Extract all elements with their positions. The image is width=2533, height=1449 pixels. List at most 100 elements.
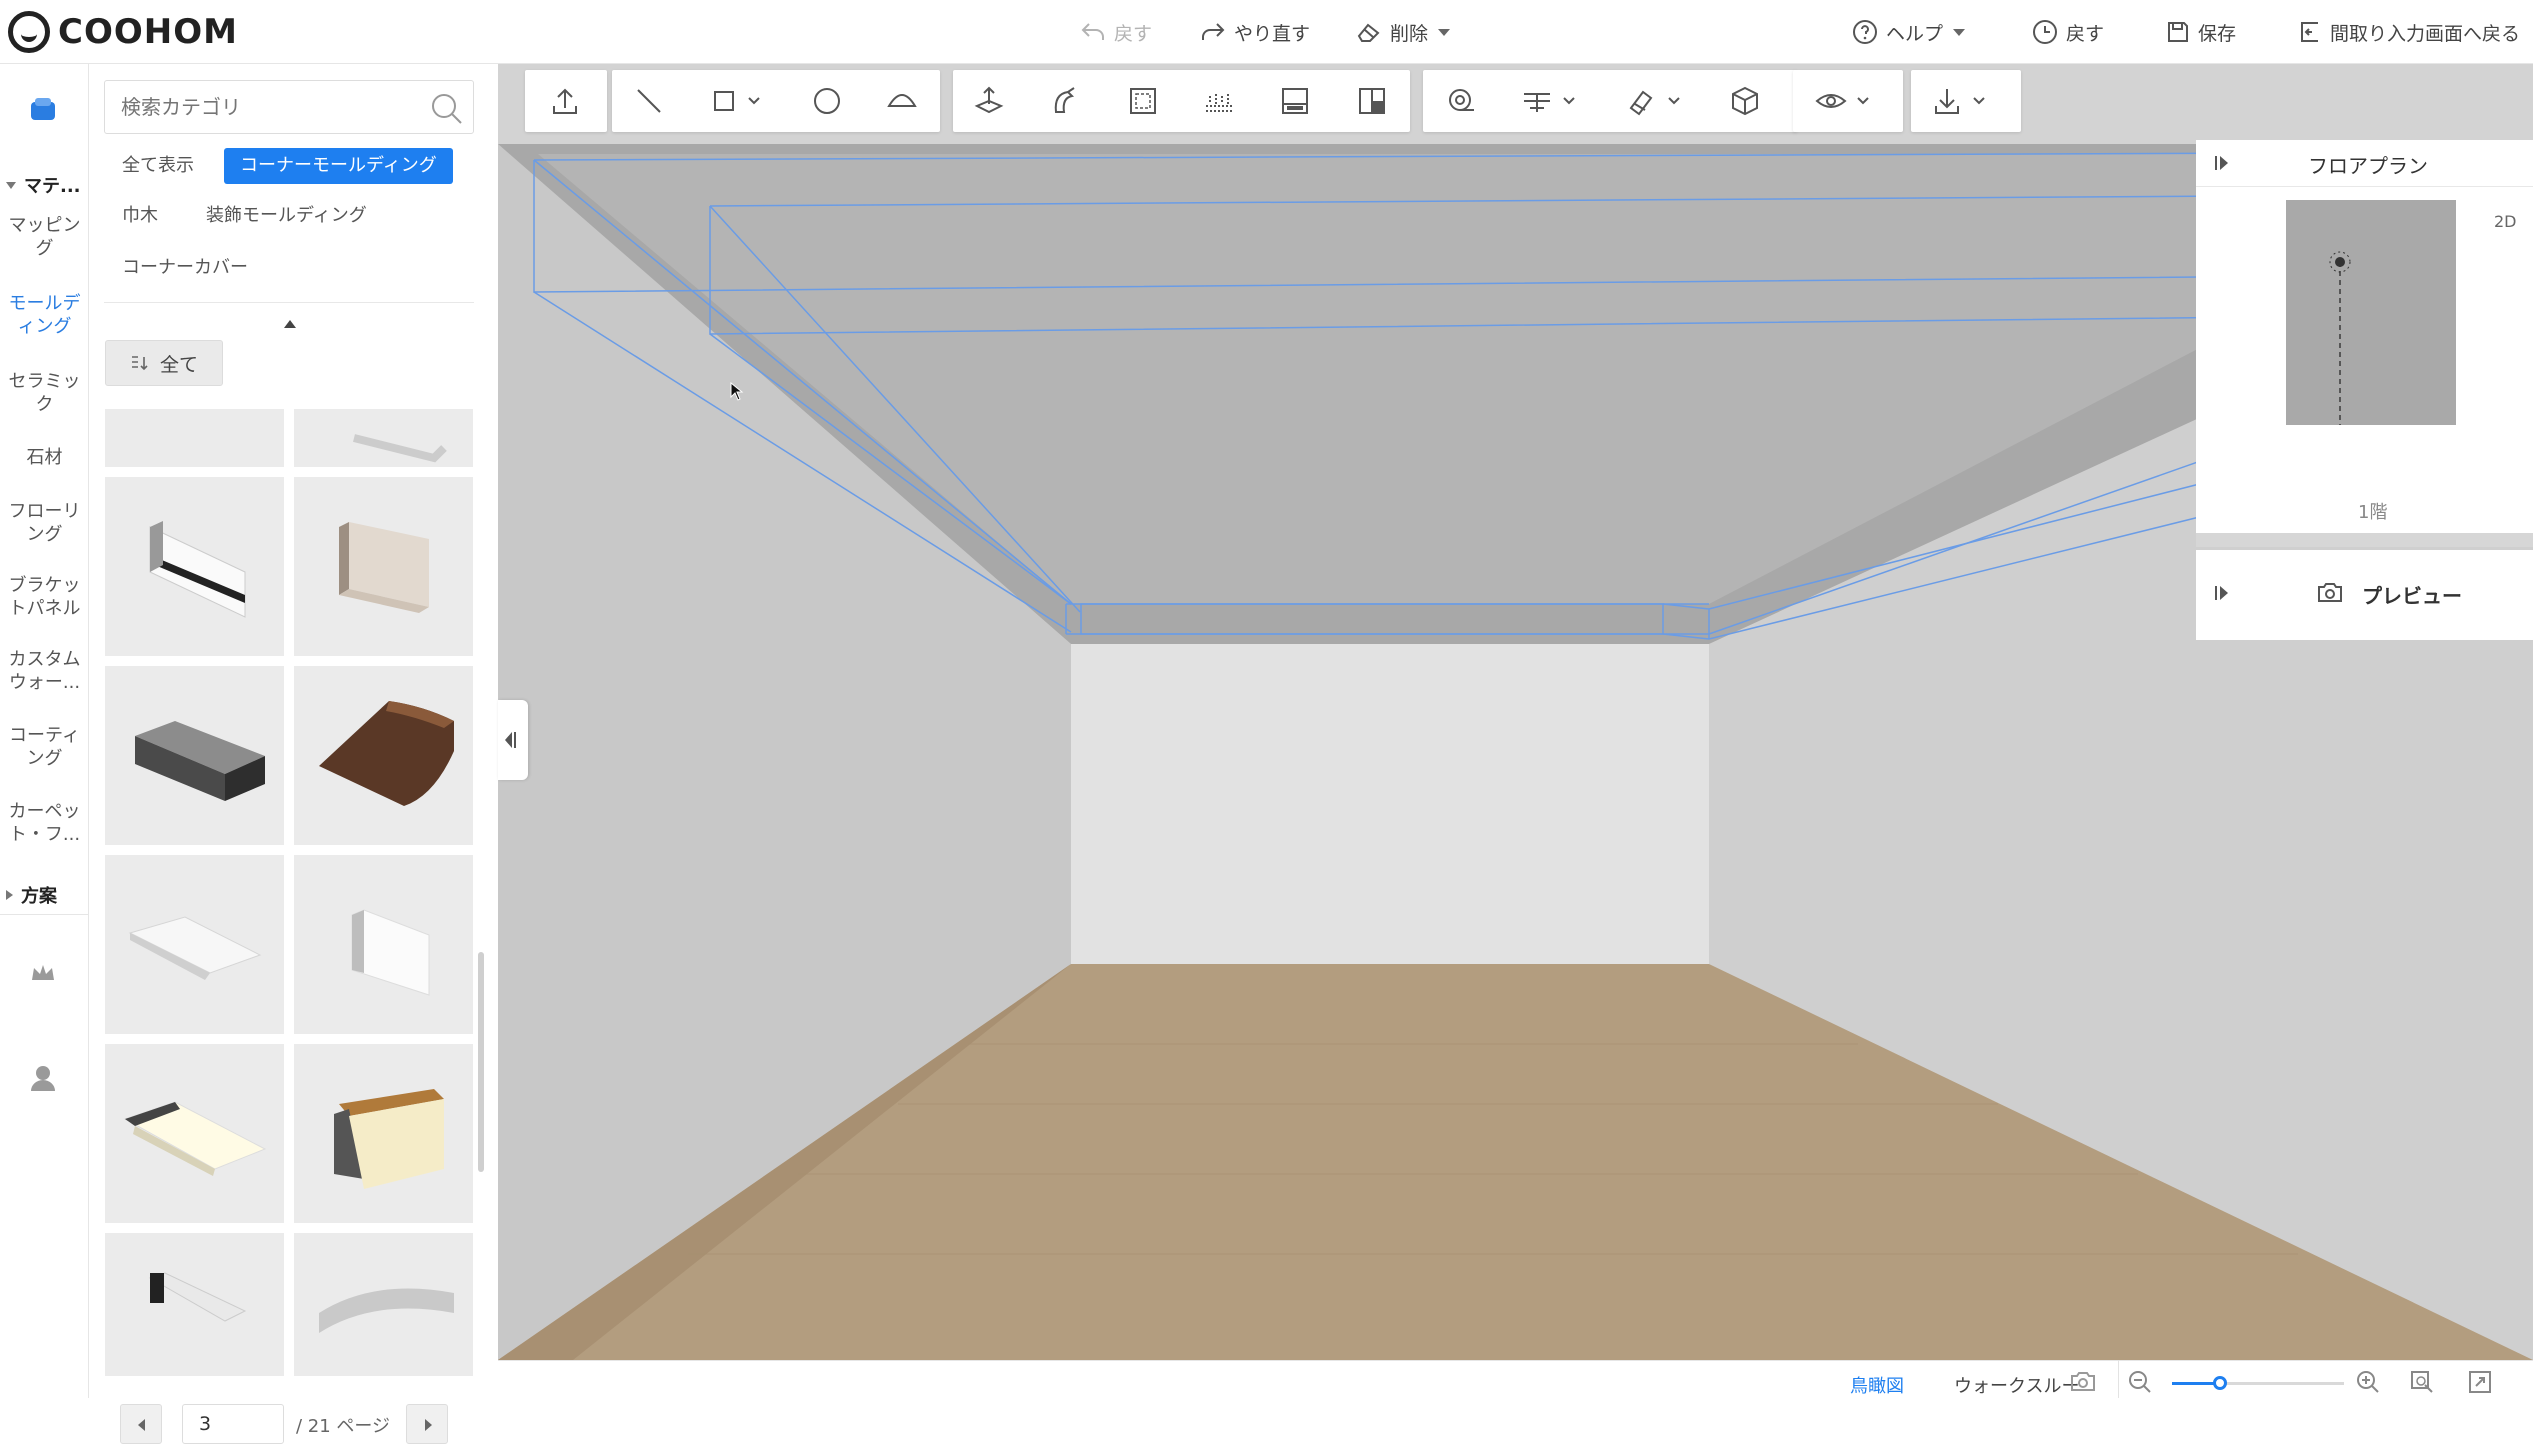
view-mode-toggle[interactable]: 2D xyxy=(2494,212,2517,231)
product-tile[interactable] xyxy=(294,666,473,845)
camera-snapshot-icon[interactable] xyxy=(2070,1370,2096,1396)
product-tile[interactable] xyxy=(105,855,284,1034)
zoom-in-icon[interactable] xyxy=(2356,1370,2380,1398)
product-thumbnail xyxy=(339,522,429,613)
rail-item-label: フローリング xyxy=(8,501,81,545)
line-tool-icon[interactable] xyxy=(632,84,666,118)
product-thumbnail xyxy=(123,1101,267,1176)
search-input[interactable] xyxy=(104,80,474,134)
product-tile[interactable] xyxy=(105,409,284,467)
materials-rail-icon[interactable] xyxy=(27,94,59,126)
bird-view-tab[interactable]: 鳥瞰図 xyxy=(1850,1372,1904,1398)
arc-tool-icon[interactable] xyxy=(885,84,919,118)
rail-item-ceramic[interactable]: セラミック xyxy=(0,370,89,416)
rail-group-plans-label: 方案 xyxy=(21,886,57,907)
fullscreen-icon[interactable] xyxy=(2468,1370,2492,1398)
collapse-left-icon xyxy=(505,732,516,748)
measure-tape-icon[interactable] xyxy=(1444,84,1478,118)
sort-label: 全て xyxy=(159,353,198,376)
zoom-slider-thumb[interactable] xyxy=(2213,1376,2227,1390)
logo-icon xyxy=(8,11,50,53)
chip-show-all[interactable]: 全て表示 xyxy=(116,148,200,184)
prev-page-button[interactable] xyxy=(120,1404,162,1444)
save-button[interactable]: 保存 xyxy=(2166,16,2236,48)
collapse-up-icon[interactable] xyxy=(284,313,296,332)
coohom-logo[interactable]: COOHOM xyxy=(8,10,238,54)
left-rail: マテ... マッピング モールディング セラミック 石材 フローリング ブラケッ… xyxy=(0,64,89,1398)
paint-brush-icon[interactable] xyxy=(1625,84,1680,118)
product-tile[interactable] xyxy=(105,1233,284,1376)
sort-filter-button[interactable]: 全て xyxy=(105,340,223,386)
help-icon xyxy=(1853,20,1877,44)
catalog-panel: 全て表示 コーナーモールディング 巾木 装飾モールディング コーナーカバー 全て xyxy=(90,64,498,1444)
panel-gap xyxy=(2196,533,2533,547)
redo-button[interactable]: やり直す xyxy=(1200,16,1310,48)
undo-icon xyxy=(1081,23,1104,40)
select-area-icon[interactable] xyxy=(1126,84,1160,118)
product-tile[interactable] xyxy=(294,477,473,656)
chip-corner-molding[interactable]: コーナーモールディング xyxy=(224,148,453,184)
expand-panel-icon[interactable] xyxy=(2214,154,2232,176)
rail-item-bracket-panel[interactable]: ブラケットパネル xyxy=(0,574,89,620)
page-number-input[interactable] xyxy=(182,1404,284,1444)
download-icon[interactable] xyxy=(1930,84,1985,118)
next-page-button[interactable] xyxy=(406,1404,448,1444)
rail-group-materials-label: マテ... xyxy=(24,176,81,197)
walkthrough-tab[interactable]: ウォークスルー xyxy=(1954,1372,2079,1398)
floor-label[interactable]: 1階 xyxy=(2358,498,2387,524)
zoom-slider-track[interactable] xyxy=(2172,1376,2344,1390)
rail-group-plans[interactable]: 方案 xyxy=(6,882,57,908)
eraser-icon xyxy=(1357,23,1380,42)
circle-tool-icon[interactable] xyxy=(810,84,844,118)
split-panel-icon[interactable] xyxy=(1355,84,1389,118)
zoom-out-icon[interactable] xyxy=(2128,1370,2152,1398)
product-thumbnail xyxy=(135,721,265,801)
rail-item-label: モールディング xyxy=(8,293,81,337)
help-button[interactable]: ヘルプ xyxy=(1852,16,1966,48)
product-tile[interactable] xyxy=(294,1044,473,1223)
user-icon[interactable] xyxy=(30,1064,56,1096)
upload-icon[interactable] xyxy=(548,84,582,118)
undo-button[interactable]: 戻す xyxy=(1080,16,1152,48)
chip-baseboard[interactable]: 巾木 xyxy=(116,198,164,234)
crown-icon[interactable] xyxy=(30,962,56,988)
align-icon[interactable] xyxy=(1520,84,1575,118)
rail-item-stone[interactable]: 石材 xyxy=(0,446,89,469)
rail-item-carpet[interactable]: カーペット・フ... xyxy=(0,800,89,846)
eye-icon[interactable] xyxy=(1814,84,1869,118)
rail-item-custom-wall[interactable]: カスタムウォー... xyxy=(0,648,89,694)
zoom-fit-icon[interactable] xyxy=(2410,1370,2434,1398)
redo-label: やり直す xyxy=(1234,22,1311,45)
rail-item-coating[interactable]: コーティング xyxy=(0,724,89,770)
search-icon[interactable] xyxy=(430,92,464,130)
back-to-floorplan-button[interactable]: 間取り入力画面へ戻る xyxy=(2298,16,2520,48)
product-tile[interactable] xyxy=(105,666,284,845)
chip-decorative-molding[interactable]: 装飾モールディング xyxy=(200,198,373,234)
rail-item-mapping[interactable]: マッピング xyxy=(0,214,89,260)
rectangle-tool-icon[interactable] xyxy=(708,84,760,118)
extrude-icon[interactable] xyxy=(972,84,1006,118)
panel-layout-icon[interactable] xyxy=(1278,84,1312,118)
sweep-icon[interactable] xyxy=(1048,84,1082,118)
array-icon[interactable] xyxy=(1202,84,1236,118)
rail-item-molding[interactable]: モールディング xyxy=(0,292,89,338)
floorplan-minimap[interactable] xyxy=(2286,200,2456,425)
chip-corner-cover[interactable]: コーナーカバー xyxy=(116,250,254,286)
product-thumbnail xyxy=(334,1089,444,1189)
expand-preview-icon[interactable] xyxy=(2214,584,2232,606)
history-button[interactable]: 戻す xyxy=(2032,16,2104,48)
product-tile[interactable] xyxy=(294,409,473,467)
delete-button[interactable]: 削除 xyxy=(1356,16,1451,48)
product-thumbnail xyxy=(319,701,454,806)
rail-group-materials[interactable]: マテ... xyxy=(6,172,81,198)
collapse-panel-button[interactable] xyxy=(498,700,528,780)
catalog-scrollbar[interactable] xyxy=(478,952,484,1172)
undo-label: 戻す xyxy=(1114,22,1153,45)
product-tile[interactable] xyxy=(105,1044,284,1223)
rail-item-flooring[interactable]: フローリング xyxy=(0,500,89,546)
floorplan-title: フロアプラン xyxy=(2308,154,2428,178)
product-tile[interactable] xyxy=(105,477,284,656)
product-tile[interactable] xyxy=(294,1233,473,1376)
product-tile[interactable] xyxy=(294,855,473,1034)
cube-material-icon[interactable] xyxy=(1728,84,1762,118)
